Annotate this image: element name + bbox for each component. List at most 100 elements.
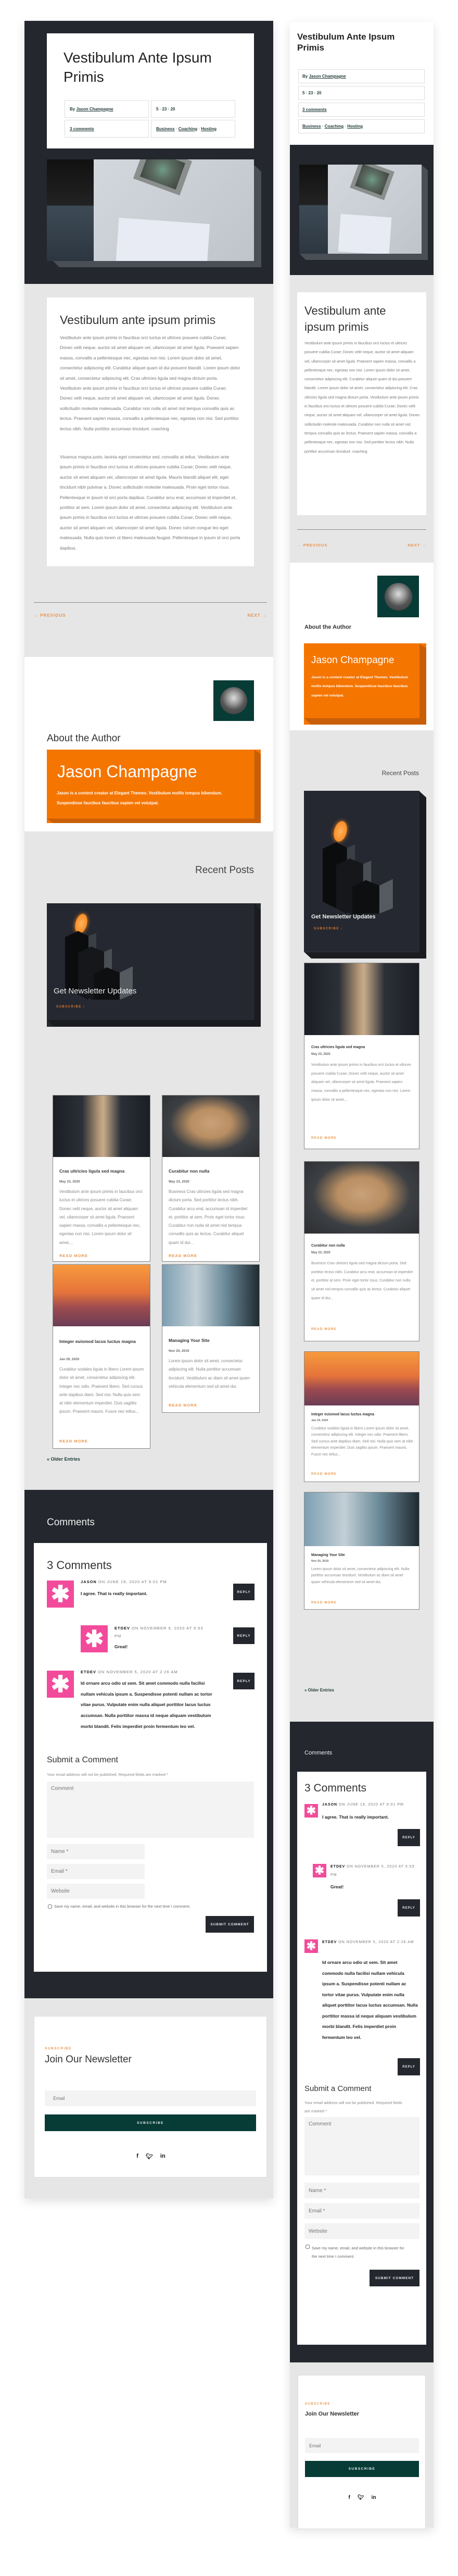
post-title[interactable]: Curabitur non nulla <box>311 1244 345 1248</box>
post-title[interactable]: Managing Your Site <box>169 1338 255 1343</box>
comment-textarea[interactable] <box>47 1782 254 1838</box>
post-title[interactable]: Managing Your Site <box>311 1553 345 1557</box>
post-title[interactable]: Cras ultricies ligula sed magna <box>59 1168 145 1174</box>
category-link[interactable]: Hosting <box>201 127 217 131</box>
save-info-checkbox[interactable]: Save my name, email, and website in this… <box>306 2244 404 2261</box>
read-more-link[interactable]: READ MORE <box>311 1136 337 1140</box>
recent-posts-heading: Recent Posts <box>381 769 419 777</box>
category-link[interactable]: Business <box>156 127 175 131</box>
website-input[interactable] <box>47 1884 145 1899</box>
facebook-icon[interactable]: f <box>136 2153 138 2160</box>
read-more-link[interactable]: READ MORE <box>311 1472 337 1476</box>
reply-button[interactable]: REPLY <box>233 1627 255 1644</box>
submit-comment-button[interactable]: SUBMIT COMMENT <box>206 1916 254 1933</box>
mobile-preview: Vestibulum Ante Ipsum Primis By Jason Ch… <box>290 22 434 2537</box>
post-title[interactable]: Integer euismod lacus luctus magna <box>311 1413 374 1416</box>
category-link[interactable]: Hosting <box>347 124 363 129</box>
category-link[interactable]: Business <box>302 124 321 129</box>
submit-comment-button[interactable]: SUBMIT COMMENT <box>370 2270 419 2286</box>
newsletter-heading: Join Our Newsletter <box>45 2054 132 2065</box>
comment-author: ETDEV <box>330 1865 346 1869</box>
post-card[interactable]: Integer euismod lacus luctus magna Jan 2… <box>304 1351 419 1482</box>
author-link[interactable]: Jason Champagne <box>76 107 113 111</box>
comment-avatar: ✱ <box>313 1864 326 1877</box>
author-bio: Jason is a content creator at Elegant Th… <box>57 791 222 805</box>
previous-link[interactable]: ← PREVIOUS <box>297 543 327 547</box>
stairs-illustration <box>323 842 393 915</box>
read-more-link[interactable]: READ MORE <box>169 1403 197 1408</box>
twitter-icon[interactable]: 🐦︎ <box>358 2495 364 2500</box>
category-link[interactable]: Coaching <box>179 127 197 131</box>
read-more-link[interactable]: READ MORE <box>59 1253 88 1258</box>
post-thumbnail[interactable] <box>304 1492 419 1546</box>
post-thumbnail[interactable] <box>304 963 419 1035</box>
consent-checkbox[interactable] <box>306 2245 310 2249</box>
post-thumbnail[interactable] <box>53 1265 150 1326</box>
post-date: May 23, 2020 <box>311 1251 330 1254</box>
twitter-icon[interactable]: 🐦︎ <box>146 2153 153 2160</box>
next-link[interactable]: NEXT → <box>247 613 267 618</box>
meta-categories: Business · Coaching · Hosting <box>151 120 235 138</box>
older-entries-link[interactable]: « Older Entries <box>304 1688 334 1693</box>
comment-avatar: ✱ <box>47 1581 74 1608</box>
post-card[interactable]: Curabitur non nulla May 23, 2020 Busines… <box>162 1095 260 1262</box>
post-card[interactable]: Integer euismod lacus luctus magna Jan 2… <box>53 1264 150 1449</box>
newsletter-subscribe-button[interactable]: SUBSCRIBE <box>45 2114 256 2131</box>
reply-button[interactable]: REPLY <box>233 1673 255 1689</box>
newsletter-email-input[interactable] <box>45 2090 256 2106</box>
previous-link[interactable]: ← PREVIOUS <box>34 613 66 618</box>
save-info-checkbox[interactable]: Save my name, email, and website in this… <box>48 1904 190 1909</box>
post-title[interactable]: Curabitur non nulla <box>169 1168 255 1174</box>
post-thumbnail[interactable] <box>304 1352 419 1405</box>
next-link[interactable]: NEXT → <box>408 543 426 547</box>
post-title[interactable]: Integer euismod lacus luctus magna <box>59 1338 137 1345</box>
linkedin-icon[interactable]: in <box>372 2495 376 2500</box>
comment-textarea[interactable] <box>304 2117 419 2175</box>
website-input[interactable] <box>304 2223 419 2239</box>
promo-subscribe-link[interactable]: SUBSCRIBE › <box>314 927 343 930</box>
reply-button[interactable]: REPLY <box>398 1899 420 1917</box>
facebook-icon[interactable]: f <box>349 2495 350 2500</box>
read-more-link[interactable]: READ MORE <box>311 1601 337 1604</box>
newsletter-subscribe-button[interactable]: SUBSCRIBE <box>305 2461 419 2477</box>
title-box: Vestibulum Ante Ipsum Primis By Jason Ch… <box>47 33 254 148</box>
comments-link[interactable]: 3 comments <box>70 127 94 131</box>
email-input[interactable] <box>304 2203 419 2219</box>
author-card: Jason Champagne Jason is a content creat… <box>47 750 261 823</box>
newsletter-box: SUBSCRIBE Join Our Newsletter SUBSCRIBE … <box>298 2375 434 2537</box>
post-thumbnail[interactable] <box>162 1265 259 1326</box>
read-more-link[interactable]: READ MORE <box>169 1253 197 1258</box>
author-bio: Jason is a content creator at Elegant Th… <box>311 676 409 698</box>
reply-button[interactable]: REPLY <box>398 2058 420 2075</box>
comment-count: 3 Comments <box>47 1559 112 1572</box>
post-thumbnail[interactable] <box>162 1096 259 1157</box>
post-card[interactable]: Curabitur non nulla May 23, 2020 Busines… <box>304 1161 419 1341</box>
post-title: Vestibulum Ante Ipsum Primis <box>63 49 212 85</box>
name-input[interactable] <box>304 2183 419 2198</box>
read-more-link[interactable]: READ MORE <box>311 1327 337 1331</box>
category-link[interactable]: Coaching <box>325 124 344 129</box>
comments-heading: Comments <box>304 1750 333 1756</box>
linkedin-icon[interactable]: in <box>160 2153 166 2160</box>
post-thumbnail[interactable] <box>53 1096 150 1157</box>
read-more-link[interactable]: READ MORE <box>59 1439 88 1443</box>
post-card[interactable]: Cras ultricies ligula sed magna May 23, … <box>304 963 419 1149</box>
post-title: Vestibulum Ante Ipsum Primis <box>297 32 395 53</box>
post-date: Jan 29, 2020 <box>59 1358 80 1361</box>
newsletter-email-input[interactable] <box>305 2438 419 2453</box>
post-thumbnail[interactable] <box>304 1162 419 1234</box>
comments-link[interactable]: 3 comments <box>302 107 327 112</box>
post-title[interactable]: Cras ultricies ligula sed magna <box>311 1046 365 1049</box>
consent-checkbox[interactable] <box>48 1905 52 1909</box>
newsletter-promo-card: Get Newsletter Updates SUBSCRIBE › <box>304 791 426 959</box>
email-input[interactable] <box>47 1864 145 1879</box>
post-card[interactable]: Managing Your Site Nov 20, 2019 Lorem ip… <box>162 1264 260 1413</box>
post-card[interactable]: Cras ultricies ligula sed magna May 23, … <box>53 1095 150 1262</box>
post-card[interactable]: Managing Your Site Nov 20, 2019 Lorem ip… <box>304 1492 419 1610</box>
reply-button[interactable]: REPLY <box>398 1829 420 1846</box>
author-link[interactable]: Jason Champagne <box>309 74 346 79</box>
older-entries-link[interactable]: « Older Entries <box>47 1457 80 1462</box>
name-input[interactable] <box>47 1844 145 1859</box>
promo-subscribe-link[interactable]: SUBSCRIBE › <box>56 1005 85 1009</box>
reply-button[interactable]: REPLY <box>233 1584 255 1600</box>
